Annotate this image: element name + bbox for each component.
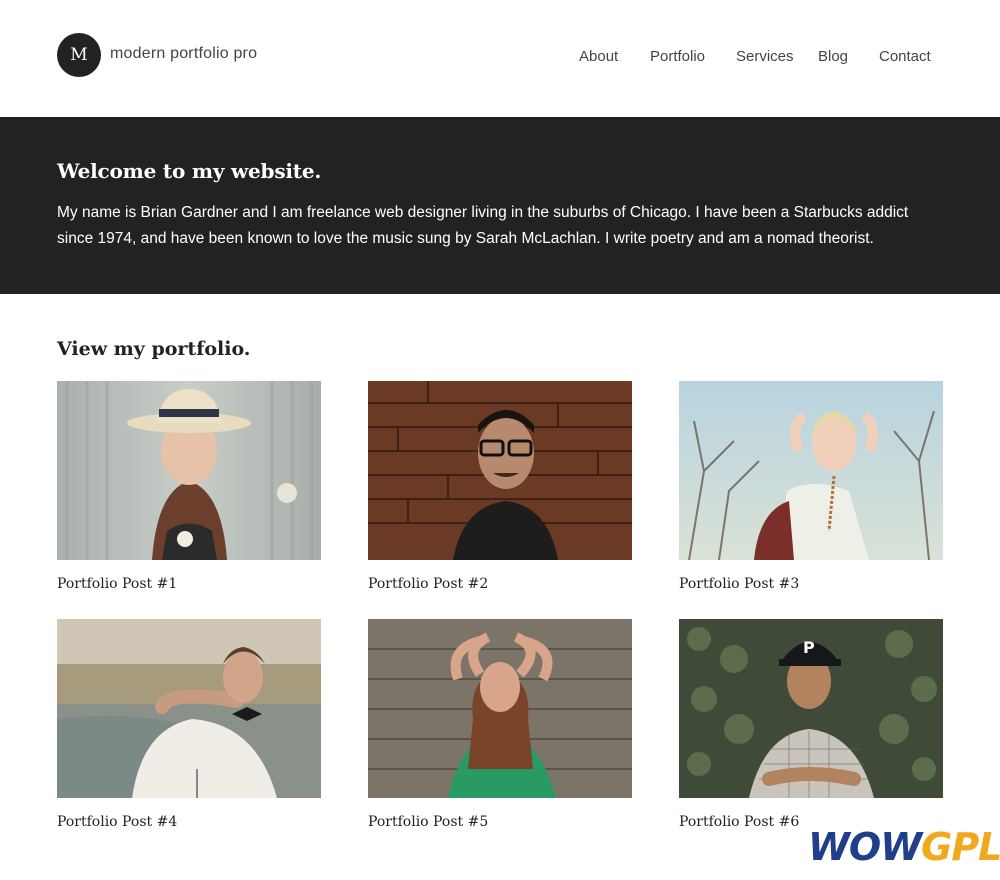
portfolio-thumb-4[interactable] bbox=[57, 619, 321, 798]
nav-item-contact[interactable]: Contact bbox=[879, 48, 931, 65]
portfolio-card: Portfolio Post #3 bbox=[679, 381, 943, 592]
portfolio-card: Portfolio Post #1 bbox=[57, 381, 321, 592]
site-header: M modern portfolio pro About Portfolio S… bbox=[0, 0, 1000, 117]
nav-item-blog[interactable]: Blog bbox=[818, 48, 848, 65]
nav-item-portfolio[interactable]: Portfolio bbox=[650, 48, 705, 65]
logo-badge[interactable]: M bbox=[57, 33, 101, 77]
site-title[interactable]: modern portfolio pro bbox=[110, 45, 257, 63]
portfolio-card: Portfolio Post #4 bbox=[57, 619, 321, 830]
watermark-text-part2: GPL bbox=[921, 825, 1000, 869]
nav-item-services[interactable]: Services bbox=[736, 48, 794, 65]
portfolio-post-title[interactable]: Portfolio Post #3 bbox=[679, 576, 943, 592]
portfolio-thumb-3[interactable] bbox=[679, 381, 943, 560]
welcome-text: My name is Brian Gardner and I am freela… bbox=[57, 204, 909, 247]
nav-item-about[interactable]: About bbox=[579, 48, 618, 65]
portfolio-card: Portfolio Post #2 bbox=[368, 381, 632, 592]
portfolio-post-title[interactable]: Portfolio Post #2 bbox=[368, 576, 632, 592]
portfolio-card: P Portfolio Post #6 bbox=[679, 619, 943, 830]
portfolio-card: Portfolio Post #5 bbox=[368, 619, 632, 830]
portfolio-post-title[interactable]: Portfolio Post #1 bbox=[57, 576, 321, 592]
portfolio-heading: View my portfolio. bbox=[57, 338, 251, 360]
portfolio-thumb-5[interactable] bbox=[368, 619, 632, 798]
svg-text:P: P bbox=[803, 638, 815, 657]
portfolio-thumb-6[interactable]: P bbox=[679, 619, 943, 798]
portfolio-post-title[interactable]: Portfolio Post #5 bbox=[368, 814, 632, 830]
welcome-title: Welcome to my website. bbox=[57, 159, 322, 183]
portfolio-thumb-2[interactable] bbox=[368, 381, 632, 560]
wowgpl-watermark-logo: WOWGPL bbox=[808, 822, 1000, 872]
watermark-text-part1: WOW bbox=[808, 825, 922, 869]
portfolio-post-title[interactable]: Portfolio Post #4 bbox=[57, 814, 321, 830]
welcome-band: Welcome to my website. My name is Brian … bbox=[0, 117, 1000, 294]
portfolio-thumb-1[interactable] bbox=[57, 381, 321, 560]
